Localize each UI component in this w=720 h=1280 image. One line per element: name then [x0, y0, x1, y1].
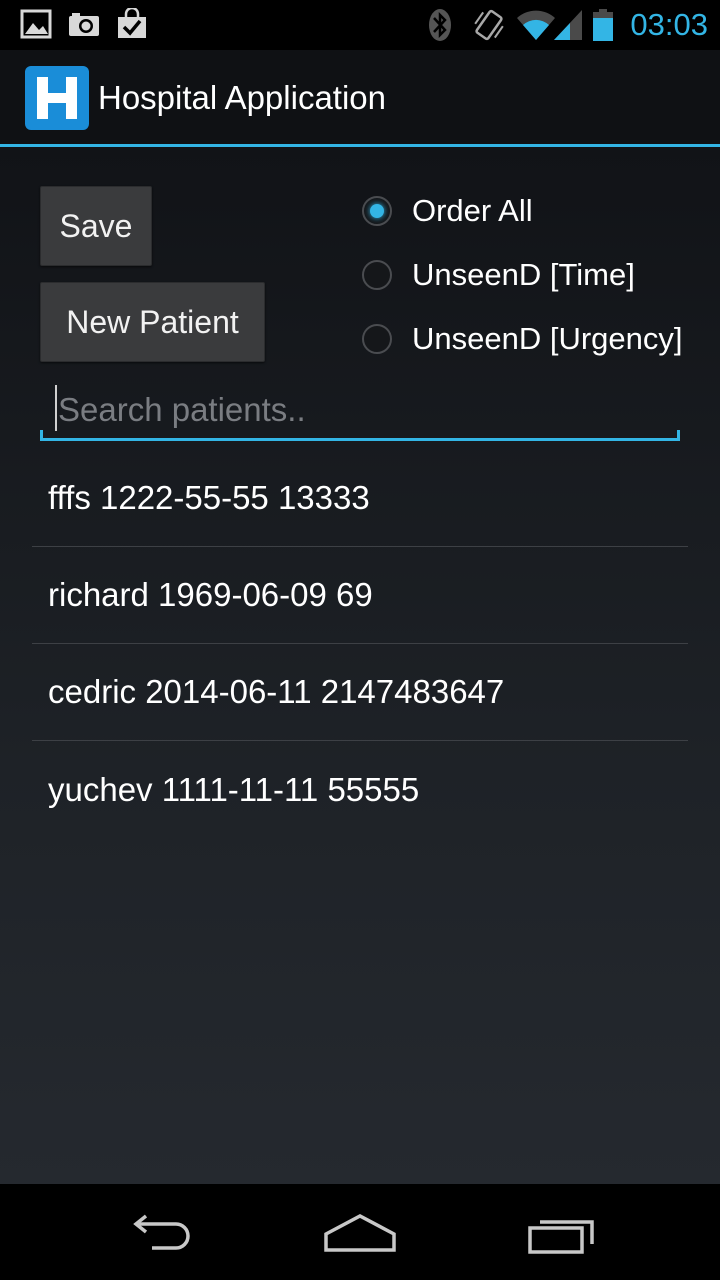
save-button[interactable]: Save — [40, 186, 152, 266]
camera-icon — [68, 8, 100, 45]
list-item[interactable]: richard 1969-06-09 69 — [32, 547, 688, 644]
radio-label: UnseenD [Urgency] — [412, 321, 683, 356]
recent-apps-icon[interactable] — [526, 1212, 598, 1261]
radio-button[interactable] — [362, 324, 392, 354]
app-logo-icon[interactable] — [25, 66, 89, 130]
screen: 03:03 Hospital Application Save New Pati… — [0, 0, 720, 1280]
shopping-bag-check-icon — [116, 6, 148, 45]
radio-button-checked[interactable] — [362, 196, 392, 226]
status-bar: 03:03 — [0, 0, 720, 50]
signal-icon — [552, 8, 584, 47]
search-field[interactable] — [40, 381, 680, 441]
battery-icon — [592, 8, 614, 47]
list-item[interactable]: fffs 1222-55-55 13333 — [32, 450, 688, 547]
main-content: Save New Patient Order All UnseenD [Time… — [0, 147, 720, 1184]
navigation-bar — [0, 1184, 720, 1280]
radio-order-all[interactable]: Order All — [362, 191, 533, 231]
vibrate-icon — [472, 8, 506, 47]
list-item[interactable]: cedric 2014-06-11 2147483647 — [32, 644, 688, 741]
radio-button[interactable] — [362, 260, 392, 290]
page-title: Hospital Application — [98, 79, 387, 116]
action-bar: Hospital Application — [0, 50, 720, 147]
radio-unseen-urgency[interactable]: UnseenD [Urgency] — [362, 319, 683, 359]
radio-unseen-time[interactable]: UnseenD [Time] — [362, 255, 635, 295]
home-icon[interactable] — [322, 1212, 398, 1261]
radio-label: UnseenD [Time] — [412, 257, 635, 292]
patient-list: fffs 1222-55-55 13333 richard 1969-06-09… — [32, 450, 688, 838]
back-icon[interactable] — [124, 1212, 196, 1261]
gallery-icon — [20, 8, 52, 45]
wifi-icon — [516, 8, 556, 47]
bluetooth-icon — [428, 8, 452, 47]
list-item[interactable]: yuchev 1111-11-11 55555 — [32, 741, 688, 838]
clock: 03:03 — [630, 7, 708, 42]
new-patient-button[interactable]: New Patient — [40, 282, 265, 362]
search-input[interactable] — [56, 385, 660, 435]
radio-label: Order All — [412, 193, 533, 228]
